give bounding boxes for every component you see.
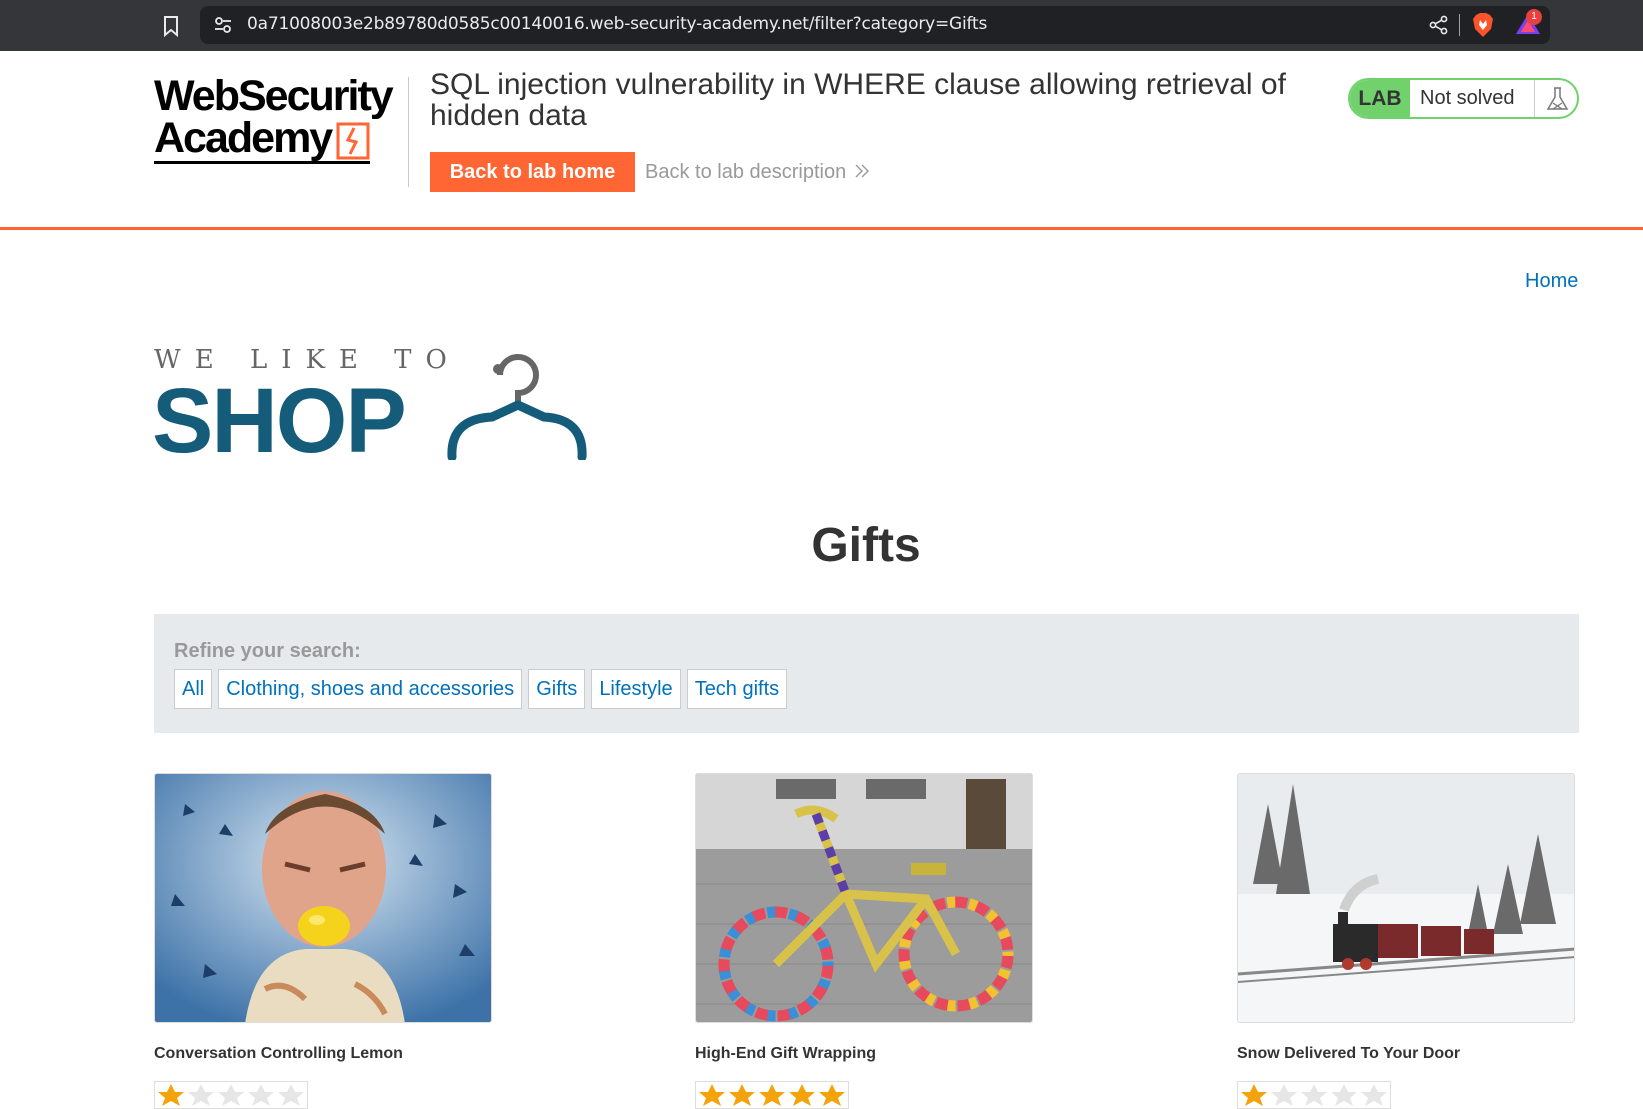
- brave-shields-icon[interactable]: [1472, 12, 1494, 38]
- filter-clothing[interactable]: Clothing, shoes and accessories: [218, 669, 523, 709]
- logo-line-2: Academy: [154, 114, 333, 162]
- star-icon: [759, 1084, 785, 1106]
- shop-logo: WE LIKE TO SHOP: [152, 345, 602, 467]
- lab-tag: LAB: [1350, 80, 1410, 117]
- notification-badge: 1: [1526, 9, 1542, 25]
- star-icon: [1271, 1084, 1297, 1106]
- category-title: Gifts: [811, 519, 921, 572]
- star-icon: [1301, 1084, 1327, 1106]
- product-name: High-End Gift Wrapping: [695, 1045, 877, 1062]
- star-icon: [1331, 1084, 1357, 1106]
- back-to-lab-description-label: Back to lab description: [645, 161, 847, 183]
- browser-toolbar: 0a71008003e2b89780d0585c00140016.web-sec…: [0, 0, 1643, 51]
- product-card[interactable]: Conversation Controlling Lemon: [154, 773, 492, 1109]
- star-rating: [1237, 1081, 1391, 1109]
- header-divider: [408, 77, 409, 187]
- star-icon: [819, 1084, 845, 1106]
- product-name: Snow Delivered To Your Door: [1237, 1045, 1461, 1062]
- web-security-academy-logo[interactable]: WebSecurity Academy: [154, 75, 404, 190]
- filter-lifestyle[interactable]: Lifestyle: [591, 669, 681, 709]
- logo-line-1: WebSecurity: [154, 72, 394, 120]
- product-card[interactable]: High-End Gift Wrapping: [695, 773, 1033, 1109]
- snow-train-photo: [1238, 774, 1574, 1022]
- back-to-lab-home-button[interactable]: Back to lab home: [430, 152, 635, 192]
- filter-tech-gifts[interactable]: Tech gifts: [686, 669, 788, 709]
- filter-all[interactable]: All: [174, 669, 213, 709]
- star-rating: [154, 1081, 308, 1109]
- toolbar-separator: [1459, 14, 1460, 36]
- star-icon: [699, 1084, 725, 1106]
- lab-status-widget: LAB Not solved: [1348, 78, 1579, 119]
- star-icon: [789, 1084, 815, 1106]
- academy-header: WebSecurity Academy SQL injection vulner…: [0, 51, 1643, 230]
- home-link[interactable]: Home: [1525, 270, 1578, 293]
- star-icon: [729, 1084, 755, 1106]
- product-name: Conversation Controlling Lemon: [154, 1045, 403, 1062]
- star-icon: [278, 1084, 304, 1106]
- product-image[interactable]: [154, 773, 492, 1023]
- lemon-photo: [155, 774, 491, 1022]
- filter-gifts[interactable]: Gifts: [528, 669, 586, 709]
- star-icon: [158, 1084, 184, 1106]
- star-icon: [1241, 1084, 1267, 1106]
- double-chevron-right-icon: [855, 164, 870, 178]
- lab-status-text: Not solved: [1420, 87, 1515, 109]
- flask-icon: [1546, 87, 1569, 110]
- lab-title: SQL injection vulnerability in WHERE cla…: [430, 68, 1286, 132]
- star-rating: [695, 1081, 849, 1109]
- product-image[interactable]: [695, 773, 1033, 1023]
- hanger-icon: [447, 354, 587, 460]
- star-icon: [1361, 1084, 1387, 1106]
- url-text[interactable]: 0a71008003e2b89780d0585c00140016.web-sec…: [247, 14, 987, 34]
- share-icon[interactable]: [1428, 14, 1450, 36]
- logo-lightning-icon: [336, 122, 370, 160]
- brand-name: SHOP: [152, 370, 407, 472]
- star-icon: [188, 1084, 214, 1106]
- logo-underline: [154, 161, 370, 164]
- bookmark-icon[interactable]: [160, 14, 182, 38]
- star-icon: [248, 1084, 274, 1106]
- back-to-lab-description-link[interactable]: Back to lab description: [645, 161, 870, 184]
- refine-label: Refine your search:: [174, 640, 361, 662]
- product-image[interactable]: [1237, 773, 1575, 1023]
- product-card[interactable]: Snow Delivered To Your Door: [1237, 773, 1575, 1109]
- flask-container: [1534, 80, 1577, 117]
- knitted-bicycle-photo: [696, 774, 1032, 1022]
- category-filters: All Clothing, shoes and accessories Gift…: [174, 669, 788, 709]
- site-settings-icon[interactable]: [212, 14, 234, 36]
- refine-search-panel: Refine your search: All Clothing, shoes …: [154, 614, 1579, 733]
- star-icon: [218, 1084, 244, 1106]
